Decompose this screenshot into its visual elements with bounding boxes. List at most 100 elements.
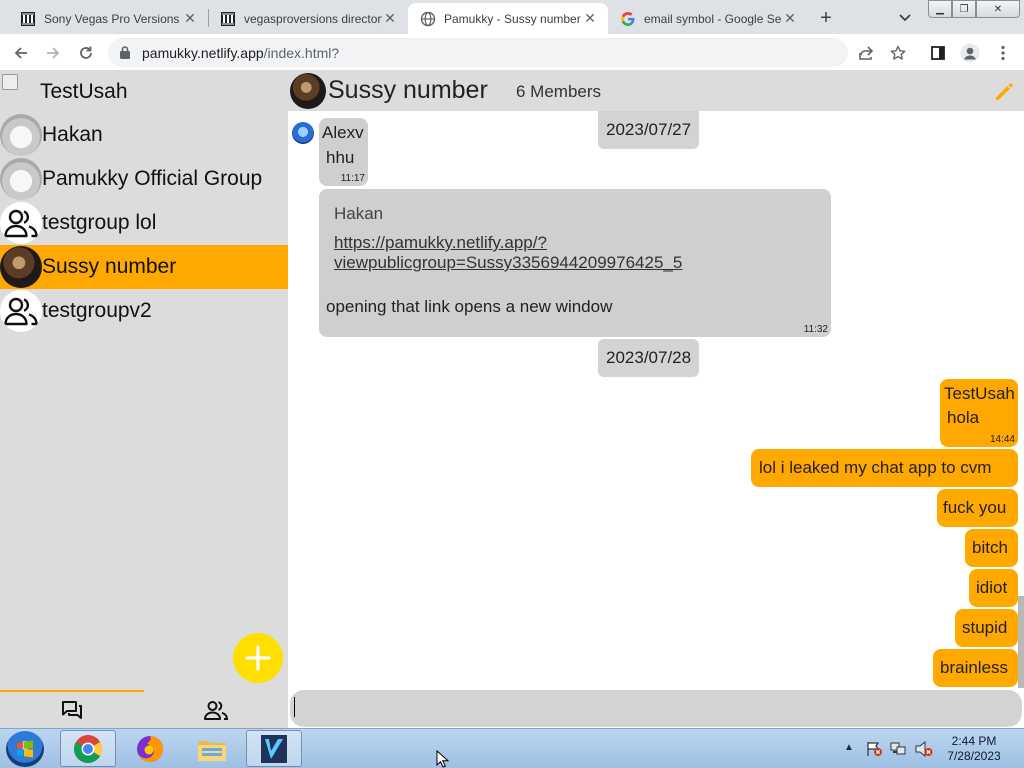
chat-panel: Sussy number 6 Members 2023/07/27 Alexv … (288, 71, 1024, 728)
browser-tab-3[interactable]: email symbol - Google Search ✕ (608, 3, 808, 34)
message-bubble[interactable]: bitch (965, 529, 1018, 567)
message-composer (288, 688, 1024, 728)
message-bubble[interactable]: fuck you (937, 489, 1018, 527)
member-count[interactable]: 6 Members (516, 82, 601, 102)
message-bubble[interactable]: lol i leaked my chat app to cvm (751, 449, 1018, 487)
show-hidden-icons-arrow[interactable]: ▲ (844, 742, 854, 753)
vegas-taskbar-button[interactable] (246, 730, 302, 767)
chat-title[interactable]: Sussy number (328, 76, 488, 105)
message-text: bitch (972, 538, 1008, 557)
close-tab-icon[interactable]: ✕ (382, 10, 398, 27)
chat-item-testgroup-lol[interactable]: testgroup lol (0, 201, 288, 245)
message-bubble[interactable]: brainless (933, 649, 1018, 687)
chat-item-label: testgroup lol (42, 211, 157, 234)
browser-tab-0[interactable]: Sony Vegas Pro Versions ✕ (8, 3, 208, 34)
broken-image-icon (2, 74, 18, 90)
browser-tab-2[interactable]: Pamukky - Sussy number ✕ (408, 3, 608, 34)
volume-muted-icon[interactable] (915, 740, 933, 758)
chat-list-sidebar: TestUsah Hakan Pamukky Official Group te… (0, 71, 288, 728)
message-text: lol i leaked my chat app to cvm (759, 458, 992, 477)
url-host: pamukky.netlify.app (142, 45, 264, 61)
tab-title: Sony Vegas Pro Versions (44, 11, 180, 26)
message-sender[interactable]: Hakan (334, 204, 383, 224)
message-text: brainless (940, 658, 1009, 677)
system-clock[interactable]: 2:44 PM 7/28/2023 (940, 734, 1008, 764)
dark-cat-avatar (0, 246, 42, 288)
message-link-line: viewpublicgroup=Sussy3356944209976425_5 (334, 253, 683, 272)
message-time: 11:17 (340, 173, 365, 184)
close-tab-icon[interactable]: ✕ (182, 10, 198, 27)
network-icon[interactable] (890, 741, 908, 757)
date-separator: 2023/07/28 (598, 339, 700, 377)
share-icon[interactable] (853, 40, 879, 66)
message-bubble[interactable]: idiot (969, 569, 1018, 607)
message-link[interactable]: https://pamukky.netlify.app/? viewpublicg… (334, 233, 682, 273)
group-icon (0, 290, 42, 332)
reload-icon[interactable] (73, 40, 99, 66)
message-text: idiot (976, 578, 1008, 597)
message-input[interactable] (290, 690, 1022, 727)
message-sender[interactable]: Alexv (322, 123, 364, 143)
message-text: stupid (962, 618, 1008, 637)
url-text: pamukky.netlify.app/index.html? (142, 45, 339, 61)
chrome-taskbar-button[interactable] (60, 730, 116, 767)
message-bubble[interactable]: TestUsah hola 14:44 (940, 379, 1018, 447)
message-bubble[interactable]: Alexv hhu 11:17 (319, 118, 368, 186)
chat-header: Sussy number 6 Members (288, 71, 1024, 111)
message-bubble[interactable]: stupid (955, 609, 1018, 647)
cat-avatar (0, 114, 42, 156)
close-window-button[interactable]: ✕ (976, 0, 1020, 18)
tab-title: email symbol - Google Search (644, 11, 782, 26)
chat-item-pamukky-official-group[interactable]: Pamukky Official Group (0, 157, 288, 201)
restore-window-button[interactable]: ❐ (952, 0, 976, 18)
forward-arrow-icon[interactable] (40, 40, 66, 66)
browser-tab-1[interactable]: vegasproversions directory ✕ (208, 3, 408, 34)
close-tab-icon[interactable]: ✕ (782, 10, 798, 27)
message-link-line: https://pamukky.netlify.app/? (334, 233, 547, 252)
message-text: hhu (326, 148, 355, 167)
new-tab-button[interactable]: + (812, 5, 840, 31)
current-user-header: TestUsah (0, 71, 288, 113)
dark-cat-avatar[interactable] (290, 73, 326, 109)
contacts-tab[interactable] (201, 697, 231, 723)
clock-date: 7/28/2023 (947, 749, 1001, 763)
message-sender[interactable]: TestUsah (944, 384, 1015, 404)
tab-title: Pamukky - Sussy number (444, 11, 581, 26)
contacts-icon (204, 701, 228, 720)
close-tab-icon[interactable]: ✕ (582, 10, 598, 27)
browser-tab-strip: Sony Vegas Pro Versions ✕ vegasproversio… (0, 0, 1024, 34)
profile-avatar-icon[interactable] (957, 40, 983, 66)
side-panel-icon[interactable] (925, 40, 951, 66)
address-bar[interactable]: pamukky.netlify.app/index.html? (108, 38, 848, 67)
chevron-down-icon[interactable] (892, 5, 918, 31)
chats-tab[interactable] (57, 697, 87, 723)
chat-item-label: Sussy number (42, 255, 177, 278)
chat-item-label: Hakan (42, 123, 103, 146)
chat-item-hakan[interactable]: Hakan (0, 113, 288, 157)
active-tab-indicator (0, 690, 144, 692)
message-list[interactable]: 2023/07/27 Alexv hhu 11:17 Hakan https:/… (288, 111, 1024, 688)
explorer-taskbar-button[interactable] (184, 730, 240, 767)
kebab-menu-icon[interactable] (990, 40, 1016, 66)
sender-avatar[interactable] (292, 122, 314, 144)
google-icon (620, 11, 636, 27)
chat-item-testgroupv2[interactable]: testgroupv2 (0, 289, 288, 333)
message-text: opening that link opens a new window (326, 297, 613, 316)
new-chat-fab-button[interactable] (233, 633, 283, 683)
bookmark-star-icon[interactable] (885, 40, 911, 66)
back-arrow-icon[interactable] (8, 40, 34, 66)
date-separator: 2023/07/27 (598, 111, 700, 149)
action-center-flag-icon[interactable] (865, 741, 883, 757)
firefox-icon (137, 735, 163, 762)
firefox-taskbar-button[interactable] (122, 730, 178, 767)
message-bubble[interactable]: Hakan https://pamukky.netlify.app/? viewp… (319, 189, 831, 337)
message-scrollbar[interactable] (1018, 596, 1024, 688)
message-time: 14:44 (989, 434, 1015, 445)
start-orb[interactable] (6, 731, 44, 767)
file-explorer-icon (198, 740, 226, 761)
lock-icon[interactable] (118, 45, 132, 60)
windows-taskbar: ▲ 2:44 PM 7/28/2023 (0, 728, 1024, 768)
pencil-edit-icon[interactable] (992, 80, 1016, 104)
chat-item-sussy-number[interactable]: Sussy number (0, 245, 288, 289)
minimize-window-button[interactable]: ▁ (928, 0, 952, 18)
